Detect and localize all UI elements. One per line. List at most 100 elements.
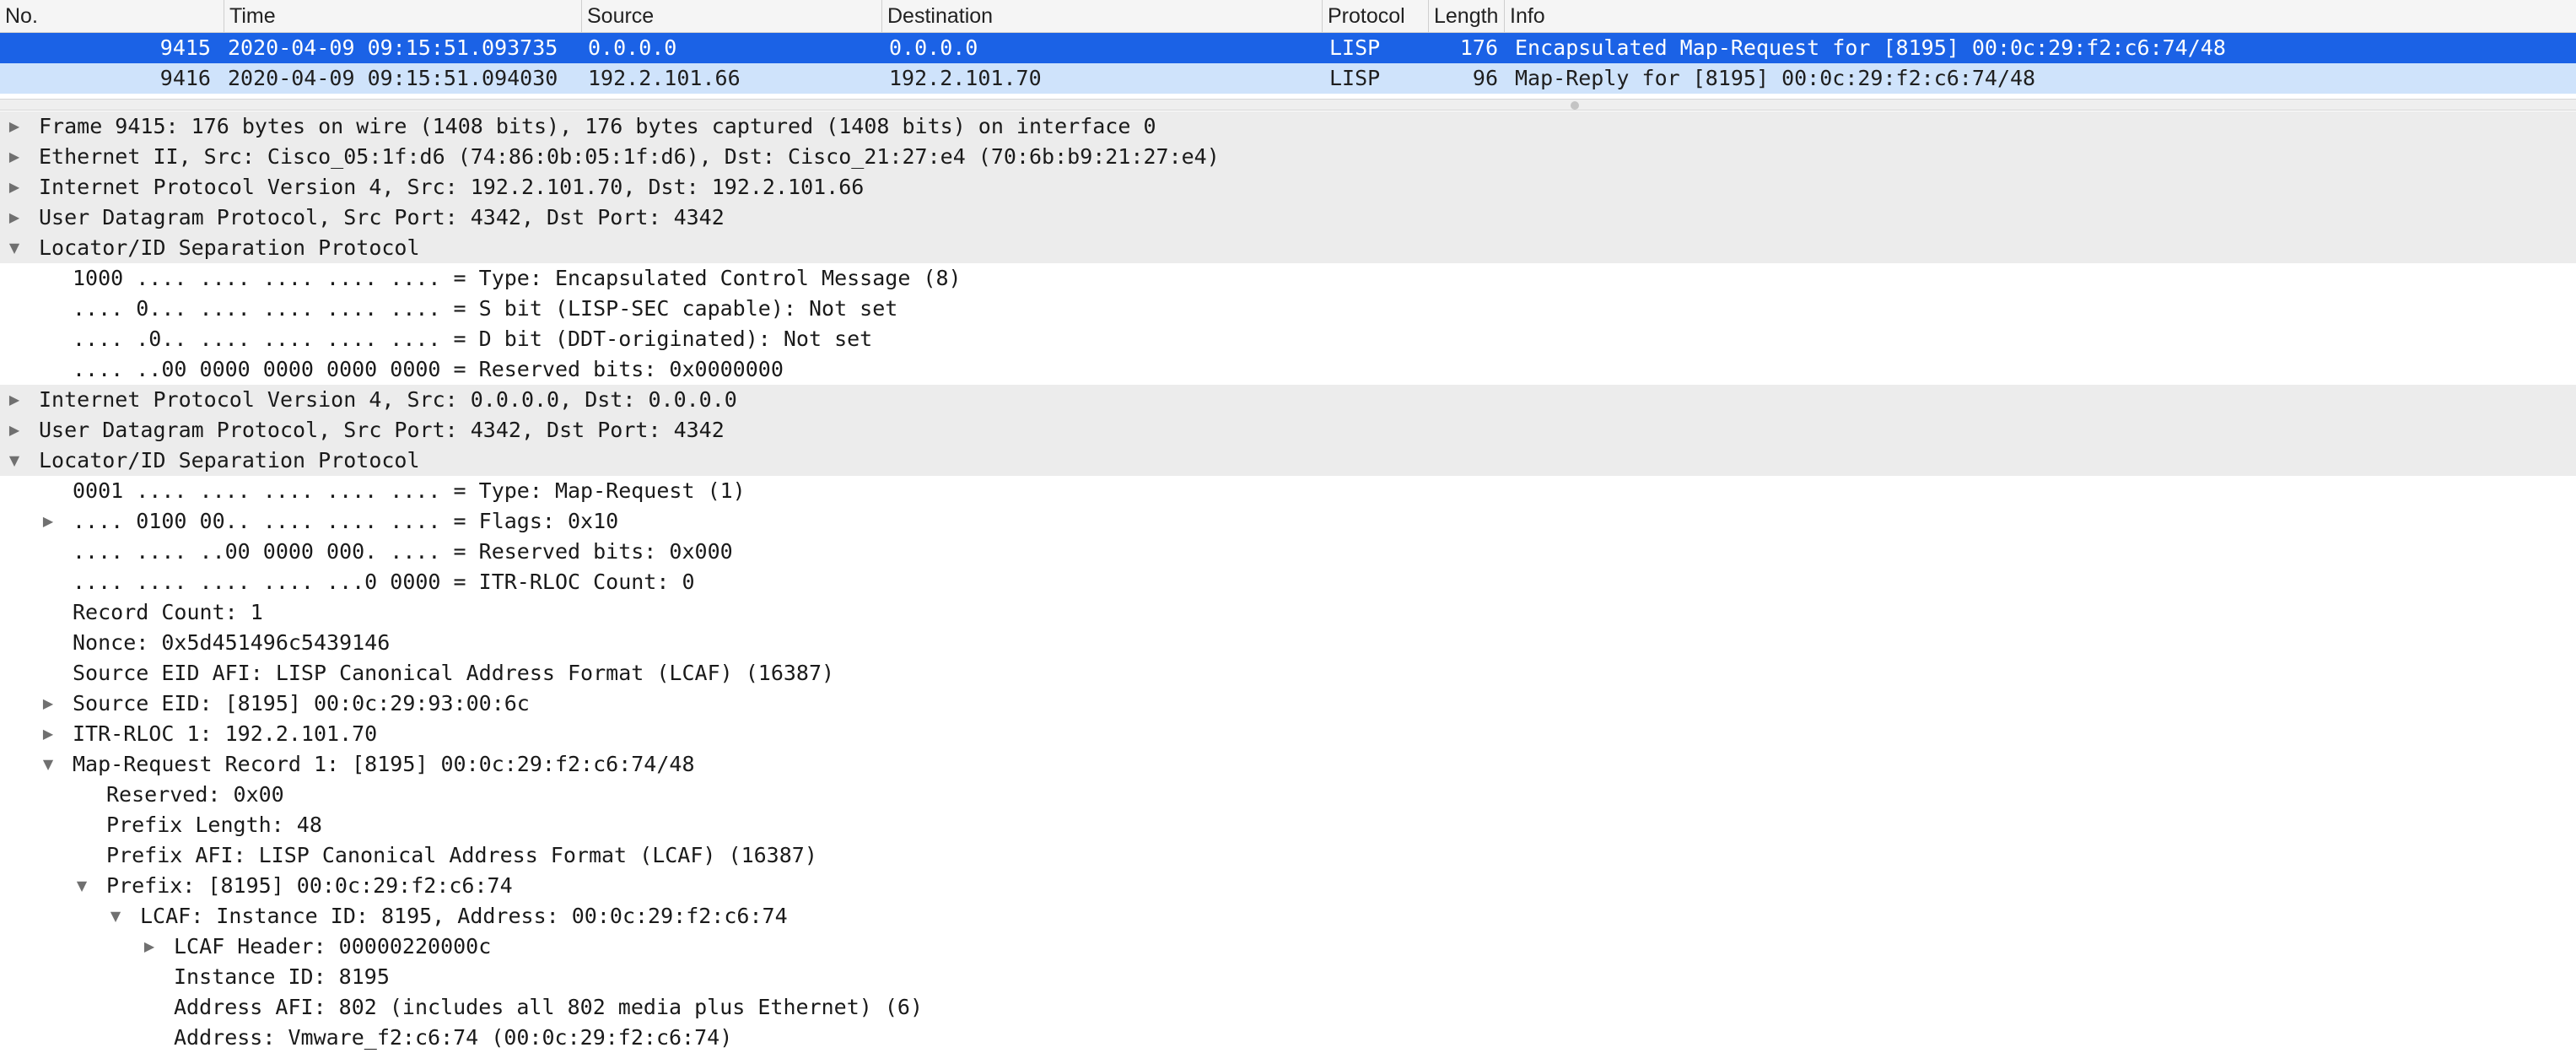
- packet-no: 9416: [159, 66, 211, 90]
- collapse-triangle-icon[interactable]: ▼: [5, 233, 24, 263]
- tree-item-field[interactable]: .... .... ..00 0000 000. .... = Reserved…: [0, 537, 2576, 567]
- tree-item-label: .... .0.. .... .... .... .... = D bit (D…: [73, 327, 873, 351]
- tree-item-field[interactable]: .... 0... .... .... .... .... = S bit (L…: [0, 294, 2576, 324]
- tree-item-label: 0001 .... .... .... .... .... = Type: Ma…: [73, 478, 746, 503]
- tree-item-label: .... .... ..00 0000 000. .... = Reserved…: [73, 539, 733, 564]
- packet-source: 0.0.0.0: [588, 35, 677, 60]
- column-header-destination[interactable]: Destination: [882, 0, 1323, 32]
- tree-item-label: User Datagram Protocol, Src Port: 4342, …: [39, 205, 725, 230]
- column-header-info[interactable]: Info: [1505, 0, 2576, 32]
- tree-item-field[interactable]: Instance ID: 8195: [0, 962, 2576, 992]
- expand-triangle-icon[interactable]: ▶: [5, 385, 24, 415]
- tree-item-label: Frame 9415: 176 bytes on wire (1408 bits…: [39, 114, 1156, 138]
- tree-item-map-request-record[interactable]: ▼ Map-Request Record 1: [8195] 00:0c:29:…: [0, 749, 2576, 780]
- packet-length: 96: [1472, 66, 1498, 90]
- tree-item-field[interactable]: 0001 .... .... .... .... .... = Type: Ma…: [0, 476, 2576, 506]
- packet-row-selected[interactable]: 9415 2020-04-09 09:15:51.093735 0.0.0.0 …: [0, 33, 2576, 63]
- tree-item-label: Prefix Length: 48: [106, 813, 322, 837]
- packet-no: 9415: [159, 35, 211, 60]
- packet-protocol: LISP: [1329, 66, 1381, 90]
- tree-item-field[interactable]: .... .... .... .... ...0 0000 = ITR-RLOC…: [0, 567, 2576, 597]
- tree-item-field[interactable]: Prefix Length: 48: [0, 810, 2576, 840]
- tree-item-field[interactable]: Address: Vmware_f2:c6:74 (00:0c:29:f2:c6…: [0, 1023, 2576, 1053]
- tree-item-ipv4-inner[interactable]: ▶ Internet Protocol Version 4, Src: 0.0.…: [0, 385, 2576, 415]
- tree-item-udp-outer[interactable]: ▶ User Datagram Protocol, Src Port: 4342…: [0, 202, 2576, 233]
- tree-item-lisp-ecm[interactable]: ▼ Locator/ID Separation Protocol: [0, 233, 2576, 263]
- packet-list-header: No. Time Source Destination Protocol Len…: [0, 0, 2576, 33]
- packet-info: Map-Reply for [8195] 00:0c:29:f2:c6:74/4…: [1515, 66, 2036, 90]
- collapse-triangle-icon[interactable]: ▼: [106, 901, 125, 932]
- expand-triangle-icon[interactable]: ▶: [5, 142, 24, 172]
- packet-row-related[interactable]: 9416 2020-04-09 09:15:51.094030 192.2.10…: [0, 63, 2576, 94]
- packet-source: 192.2.101.66: [588, 66, 741, 90]
- tree-item-label: Prefix AFI: LISP Canonical Address Forma…: [106, 843, 817, 867]
- tree-item-field[interactable]: Source EID AFI: LISP Canonical Address F…: [0, 658, 2576, 688]
- splitter-grip-icon[interactable]: [1571, 101, 1579, 110]
- packet-destination: 192.2.101.70: [889, 66, 1042, 90]
- expand-triangle-icon[interactable]: ▶: [140, 932, 159, 962]
- collapse-triangle-icon[interactable]: ▼: [5, 446, 24, 476]
- tree-item-field[interactable]: Prefix AFI: LISP Canonical Address Forma…: [0, 840, 2576, 871]
- tree-item-label: 1000 .... .... .... .... .... = Type: En…: [73, 266, 962, 290]
- tree-item-label: .... .... .... .... ...0 0000 = ITR-RLOC…: [73, 570, 695, 594]
- expand-triangle-icon[interactable]: ▶: [5, 172, 24, 202]
- expand-triangle-icon[interactable]: ▶: [39, 719, 57, 749]
- tree-item-ipv4-outer[interactable]: ▶ Internet Protocol Version 4, Src: 192.…: [0, 172, 2576, 202]
- expand-triangle-icon[interactable]: ▶: [5, 415, 24, 446]
- tree-item-prefix[interactable]: ▼ Prefix: [8195] 00:0c:29:f2:c6:74: [0, 871, 2576, 901]
- tree-item-field[interactable]: Address AFI: 802 (includes all 802 media…: [0, 992, 2576, 1023]
- expand-triangle-icon[interactable]: ▶: [5, 202, 24, 233]
- tree-item-field[interactable]: Record Count: 1: [0, 597, 2576, 628]
- collapse-triangle-icon[interactable]: ▼: [39, 749, 57, 780]
- expand-triangle-icon[interactable]: ▶: [39, 688, 57, 719]
- tree-item-label: Address AFI: 802 (includes all 802 media…: [174, 995, 924, 1019]
- tree-item-label: Prefix: [8195] 00:0c:29:f2:c6:74: [106, 873, 513, 898]
- packet-time: 2020-04-09 09:15:51.093735: [228, 35, 558, 60]
- tree-item-lcaf[interactable]: ▼ LCAF: Instance ID: 8195, Address: 00:0…: [0, 901, 2576, 932]
- column-header-no[interactable]: No.: [0, 0, 224, 32]
- tree-item-label: Internet Protocol Version 4, Src: 192.2.…: [39, 175, 865, 199]
- packet-info: Encapsulated Map-Request for [8195] 00:0…: [1515, 35, 2226, 60]
- tree-item-flags[interactable]: ▶ .... 0100 00.. .... .... .... = Flags:…: [0, 506, 2576, 537]
- tree-item-label: Reserved: 0x00: [106, 782, 284, 807]
- tree-item-label: ITR-RLOC 1: 192.2.101.70: [73, 721, 378, 746]
- tree-item-label: Map-Request Record 1: [8195] 00:0c:29:f2…: [73, 752, 695, 776]
- tree-item-label: LCAF: Instance ID: 8195, Address: 00:0c:…: [140, 904, 788, 928]
- tree-item-field[interactable]: 1000 .... .... .... .... .... = Type: En…: [0, 263, 2576, 294]
- tree-item-label: LCAF Header: 00000220000c: [174, 934, 492, 958]
- tree-item-source-eid[interactable]: ▶ Source EID: [8195] 00:0c:29:93:00:6c: [0, 688, 2576, 719]
- tree-item-label: Source EID AFI: LISP Canonical Address F…: [73, 661, 835, 685]
- column-header-time[interactable]: Time: [224, 0, 582, 32]
- tree-item-label: User Datagram Protocol, Src Port: 4342, …: [39, 418, 725, 442]
- packet-protocol: LISP: [1329, 35, 1381, 60]
- tree-item-lcaf-header[interactable]: ▶ LCAF Header: 00000220000c: [0, 932, 2576, 962]
- collapse-triangle-icon[interactable]: ▼: [73, 871, 91, 901]
- tree-item-field[interactable]: .... .0.. .... .... .... .... = D bit (D…: [0, 324, 2576, 354]
- expand-triangle-icon[interactable]: ▶: [39, 506, 57, 537]
- packet-time: 2020-04-09 09:15:51.094030: [228, 66, 558, 90]
- column-header-protocol[interactable]: Protocol: [1323, 0, 1429, 32]
- tree-item-field[interactable]: Nonce: 0x5d451496c5439146: [0, 628, 2576, 658]
- column-header-source[interactable]: Source: [582, 0, 882, 32]
- tree-item-itr-rloc[interactable]: ▶ ITR-RLOC 1: 192.2.101.70: [0, 719, 2576, 749]
- pane-splitter[interactable]: [0, 99, 2576, 111]
- tree-item-label: Source EID: [8195] 00:0c:29:93:00:6c: [73, 691, 530, 716]
- column-header-length[interactable]: Length: [1429, 0, 1505, 32]
- tree-item-label: Record Count: 1: [73, 600, 263, 624]
- packet-length: 176: [1459, 35, 1498, 60]
- tree-item-label: Internet Protocol Version 4, Src: 0.0.0.…: [39, 387, 737, 412]
- tree-item-label: Ethernet II, Src: Cisco_05:1f:d6 (74:86:…: [39, 144, 1220, 169]
- tree-item-label: .... 0100 00.. .... .... .... = Flags: 0…: [73, 509, 619, 533]
- tree-item-field[interactable]: Reserved: 0x00: [0, 780, 2576, 810]
- expand-triangle-icon[interactable]: ▶: [5, 111, 24, 142]
- tree-item-lisp-map-request[interactable]: ▼ Locator/ID Separation Protocol: [0, 446, 2576, 476]
- tree-item-label: Nonce: 0x5d451496c5439146: [73, 630, 391, 655]
- tree-item-ethernet[interactable]: ▶ Ethernet II, Src: Cisco_05:1f:d6 (74:8…: [0, 142, 2576, 172]
- tree-item-frame[interactable]: ▶ Frame 9415: 176 bytes on wire (1408 bi…: [0, 111, 2576, 142]
- packet-details-tree: ▶ Frame 9415: 176 bytes on wire (1408 bi…: [0, 111, 2576, 1053]
- packet-list: 9415 2020-04-09 09:15:51.093735 0.0.0.0 …: [0, 33, 2576, 94]
- tree-item-label: .... 0... .... .... .... .... = S bit (L…: [73, 296, 898, 321]
- tree-item-label: .... ..00 0000 0000 0000 0000 = Reserved…: [73, 357, 784, 381]
- tree-item-udp-inner[interactable]: ▶ User Datagram Protocol, Src Port: 4342…: [0, 415, 2576, 446]
- tree-item-field[interactable]: .... ..00 0000 0000 0000 0000 = Reserved…: [0, 354, 2576, 385]
